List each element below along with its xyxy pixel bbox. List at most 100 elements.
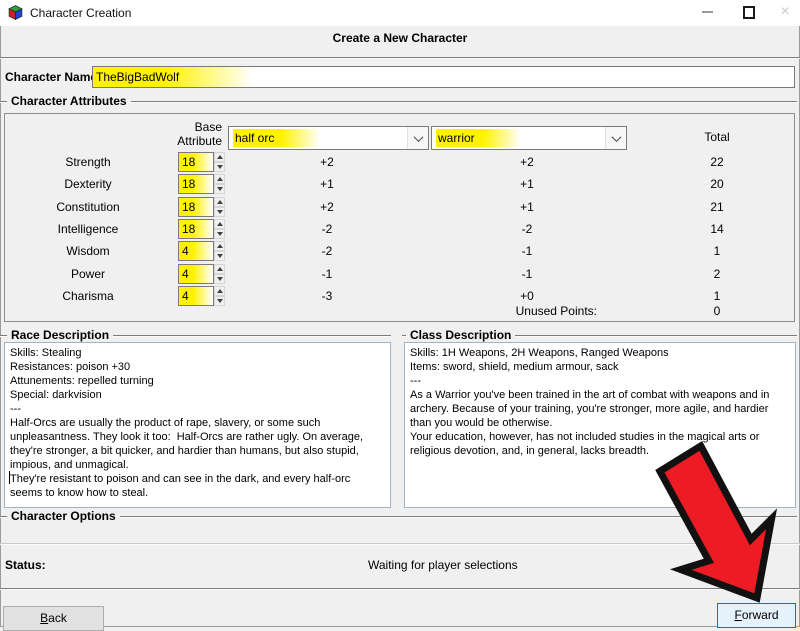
class-modifier: -1 (490, 240, 564, 262)
spin-down-button[interactable] (214, 162, 225, 172)
spin-down-button[interactable] (214, 184, 225, 194)
character-name-input[interactable] (92, 66, 795, 88)
spin-down-icon (217, 232, 223, 236)
class-select-dropdown-button[interactable] (605, 127, 626, 149)
spin-up-icon (217, 200, 223, 204)
spin-down-button[interactable] (214, 229, 225, 239)
character-name-label: Character Name: (5, 70, 101, 84)
attribute-label: Power (14, 263, 162, 285)
spin-up-icon (217, 244, 223, 248)
class-description-text: Skills: 1H Weapons, 2H Weapons, Ranged W… (405, 343, 795, 461)
race-select-dropdown-button[interactable] (407, 127, 428, 149)
spin-up-icon (217, 222, 223, 226)
attribute-total: 14 (682, 218, 752, 240)
base-attribute-spinner[interactable] (178, 197, 225, 217)
race-modifier: +2 (290, 196, 364, 218)
attribute-row-dexterity: Dexterity +1 +1 20 (0, 173, 791, 195)
spin-up-button[interactable] (214, 241, 225, 251)
title-bar[interactable]: Character Creation × (0, 0, 800, 26)
attribute-label: Dexterity (14, 173, 162, 195)
maximize-button[interactable] (732, 0, 766, 24)
base-attribute-input[interactable] (178, 286, 214, 306)
attribute-total: 1 (682, 240, 752, 262)
spin-up-button[interactable] (214, 286, 225, 296)
base-attribute-input[interactable] (178, 152, 214, 172)
base-attribute-input[interactable] (178, 264, 214, 284)
attribute-label: Strength (14, 151, 162, 173)
spin-down-button[interactable] (214, 207, 225, 217)
total-header: Total (682, 130, 752, 144)
spin-up-icon (217, 155, 223, 159)
class-modifier: -1 (490, 263, 564, 285)
race-modifier: -2 (290, 240, 364, 262)
race-description-label: Race Description (7, 328, 113, 342)
base-attribute-spinner[interactable] (178, 286, 225, 306)
spin-down-button[interactable] (214, 274, 225, 284)
spin-down-icon (217, 254, 223, 258)
header-separator (0, 57, 800, 59)
options-bottom-line (0, 543, 800, 545)
race-description-text: Skills: Stealing Resistances: poison +30… (5, 343, 390, 503)
spin-down-button[interactable] (214, 251, 225, 261)
base-attribute-input[interactable] (178, 241, 214, 261)
window-title: Character Creation (30, 6, 131, 20)
race-modifier: -1 (290, 263, 364, 285)
base-attribute-spinner[interactable] (178, 219, 225, 239)
spin-down-icon (217, 277, 223, 281)
chevron-down-icon (611, 132, 621, 142)
base-attribute-spinner[interactable] (178, 152, 225, 172)
race-select[interactable]: half orc (228, 126, 429, 150)
base-attribute-input[interactable] (178, 219, 214, 239)
spin-down-button[interactable] (214, 296, 225, 306)
spin-up-button[interactable] (214, 264, 225, 274)
race-modifier: +2 (290, 151, 364, 173)
unused-points-value: 0 (682, 304, 752, 318)
attribute-label: Constitution (14, 196, 162, 218)
spin-up-button[interactable] (214, 197, 225, 207)
status-value: Waiting for player selections (368, 558, 518, 572)
race-description-box[interactable]: Skills: Stealing Resistances: poison +30… (4, 342, 391, 508)
attribute-row-strength: Strength +2 +2 22 (0, 151, 791, 173)
attribute-total: 20 (682, 173, 752, 195)
base-attribute-header: Base Attribute (160, 120, 222, 148)
close-icon: × (780, 4, 789, 20)
spin-up-button[interactable] (214, 152, 225, 162)
class-description-box[interactable]: Skills: 1H Weapons, 2H Weapons, Ranged W… (404, 342, 796, 508)
class-modifier: -2 (490, 218, 564, 240)
attribute-row-intelligence: Intelligence -2 -2 14 (0, 218, 791, 240)
spin-down-icon (217, 187, 223, 191)
class-modifier: +2 (490, 151, 564, 173)
attribute-label: Intelligence (14, 218, 162, 240)
character-options-label: Character Options (7, 509, 120, 523)
spin-up-button[interactable] (214, 174, 225, 184)
back-button[interactable]: Back (3, 606, 104, 631)
class-modifier: +1 (490, 173, 564, 195)
maximize-icon (743, 6, 755, 19)
spin-up-icon (217, 267, 223, 271)
minimize-icon (702, 11, 713, 13)
page-title: Create a New Character (0, 31, 800, 45)
race-select-value: half orc (233, 129, 320, 147)
close-button[interactable]: × (768, 0, 800, 24)
attributes-group-label: Character Attributes (7, 94, 131, 108)
minimize-button[interactable] (690, 0, 724, 24)
class-description-label: Class Description (406, 328, 515, 342)
base-attribute-input[interactable] (178, 174, 214, 194)
chevron-down-icon (413, 132, 423, 142)
forward-button[interactable]: Forward (717, 603, 796, 628)
attribute-row-constitution: Constitution +2 +1 21 (0, 196, 791, 218)
class-select[interactable]: warrior (431, 126, 627, 150)
base-attribute-spinner[interactable] (178, 174, 225, 194)
spin-up-icon (217, 177, 223, 181)
attribute-total: 2 (682, 263, 752, 285)
race-modifier: +1 (290, 173, 364, 195)
base-attribute-spinner[interactable] (178, 264, 225, 284)
attribute-row-charisma: Charisma -3 +0 1 (0, 285, 791, 307)
app-icon (8, 5, 23, 20)
attribute-total: 21 (682, 196, 752, 218)
base-attribute-input[interactable] (178, 197, 214, 217)
base-attribute-spinner[interactable] (178, 241, 225, 261)
status-label: Status: (5, 558, 46, 572)
class-select-value: warrior (436, 129, 521, 147)
spin-up-button[interactable] (214, 219, 225, 229)
